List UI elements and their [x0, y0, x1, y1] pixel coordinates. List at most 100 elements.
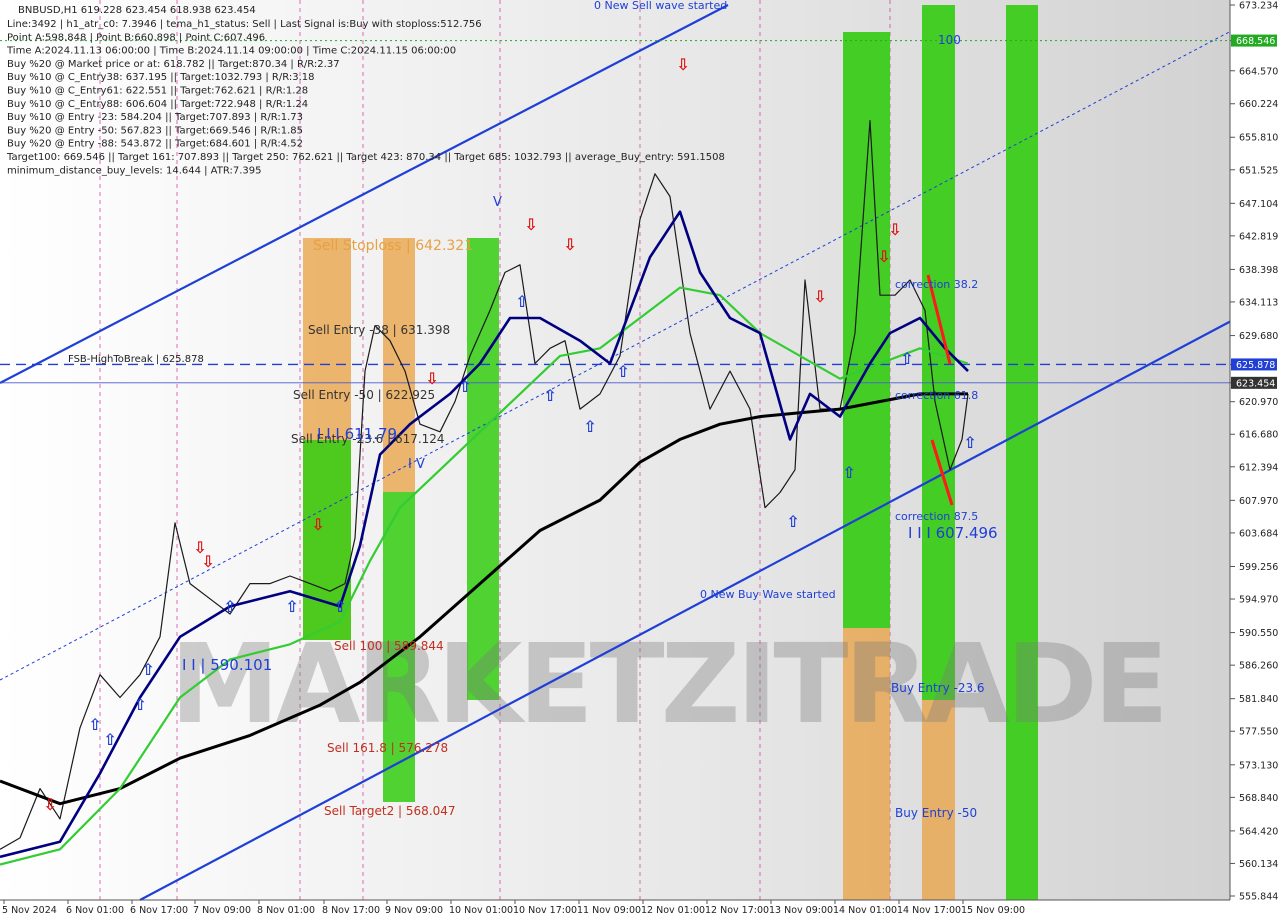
price-tick-label: 655.810	[1239, 133, 1278, 144]
buy-arrow: ⇧	[458, 377, 471, 396]
chart-annotation: 100	[938, 33, 961, 47]
time-tick-label: 8 Nov 01:00	[257, 905, 315, 916]
time-tick-label: 12 Nov 17:00	[705, 905, 769, 916]
sell-arrow: ⇩	[311, 515, 324, 534]
buy-arrow: ⇧	[141, 660, 154, 679]
buy-arrow: ⇧	[963, 433, 976, 452]
info-line: Target100: 669.546 || Target 161: 707.89…	[6, 152, 725, 163]
chart-annotation: 0 New Buy Wave started	[700, 588, 836, 601]
chart-root: MARKETZITRADE ⇧ ⇧ ⇧ ⇧ ⇧ ⇧ ⇧ ⇧ ⇧ ⇧ ⇧ ⇧ ⇧ ⇧ ⇧ ⇧ ⇩ ⇩ ⇩ ⇩ ⇩ ⇩ ⇩ ⇩ ⇩ ⇩…	[0, 0, 1280, 920]
zone-label: Sell Stoploss | 642.321	[313, 238, 473, 254]
buy-arrow: ⇧	[786, 512, 799, 531]
buy-arrow: ⇧	[842, 463, 855, 482]
sell-arrow: ⇩	[563, 235, 576, 254]
watermark: MARKETZITRADE	[170, 620, 1169, 748]
sell-arrow: ⇩	[676, 55, 689, 74]
price-tick-label: 660.224	[1239, 99, 1278, 110]
chart-annotation: V	[493, 195, 502, 210]
time-tick-label: 10 Nov 01:00	[449, 905, 513, 916]
price-tick-label: 581.840	[1239, 694, 1278, 705]
price-tick-label: 577.550	[1239, 727, 1278, 738]
signal-zone	[1006, 5, 1038, 900]
watermark-text: MARKETZITRADE	[170, 620, 1165, 748]
info-line: Buy %20 @ Entry -88: 543.872 || Target:6…	[7, 139, 303, 150]
chart-annotation: Buy Entry -23.6	[891, 681, 985, 695]
time-tick-label: 5 Nov 2024	[2, 905, 57, 916]
price-tick-label: 603.684	[1239, 528, 1278, 539]
price-marker-label: 668.546	[1236, 36, 1275, 47]
price-tick-label: 599.256	[1239, 562, 1278, 573]
buy-arrow: ⇧	[333, 597, 346, 616]
chart-annotation: correction 87.5	[895, 510, 978, 523]
time-tick-label: 6 Nov 01:00	[66, 905, 124, 916]
time-tick-label: 8 Nov 17:00	[322, 905, 380, 916]
buy-arrow: ⇧	[583, 417, 596, 436]
chart-annotation: FSB-HighToBreak | 625.878	[68, 354, 204, 365]
chart-annotation: correction 61.8	[895, 389, 978, 402]
time-tick-label: 14 Nov 17:00	[897, 905, 961, 916]
price-tick-label: 586.260	[1239, 661, 1278, 672]
price-tick-label: 560.134	[1239, 859, 1278, 870]
buy-arrow: ⇧	[103, 730, 116, 749]
sell-arrow: ⇩	[877, 247, 890, 266]
buy-arrow: ⇧	[223, 597, 236, 616]
time-tick-label: 12 Nov 01:00	[641, 905, 705, 916]
info-line: Line:3492 | h1_atr_c0: 7.3946 | tema_h1_…	[7, 19, 482, 30]
price-tick-label: 629.680	[1239, 331, 1278, 342]
symbol-quote: BNBUSD,H1 619.228 623.454 618.938 623.45…	[18, 5, 256, 16]
price-tick-label: 673.234	[1239, 1, 1278, 12]
price-tick-label: 612.394	[1239, 462, 1278, 473]
zone-label: Sell Target2 | 568.047	[324, 804, 456, 818]
sell-arrow: ⇩	[43, 795, 56, 814]
price-tick-label: 651.525	[1239, 165, 1278, 176]
time-tick-label: 13 Nov 09:00	[769, 905, 833, 916]
info-line: Buy %10 @ C_Entry38: 637.195 || Target:1…	[7, 72, 315, 83]
info-line: Time A:2024.11.13 06:00:00 | Time B:2024…	[6, 46, 456, 57]
price-tick-label: 590.550	[1239, 628, 1278, 639]
time-axis: 5 Nov 2024 6 Nov 01:00 6 Nov 17:00 7 Nov 09…	[2, 900, 1025, 916]
price-tick-label: 573.130	[1239, 760, 1278, 771]
chart-annotation: I I I 611.79	[317, 425, 397, 443]
price-tick-label: 620.970	[1239, 397, 1278, 408]
zone-label: Sell Entry -38 | 631.398	[308, 323, 450, 337]
sell-arrow: ⇩	[888, 220, 901, 239]
chart-annotation: I V	[408, 457, 425, 472]
time-tick-label: 9 Nov 09:00	[385, 905, 443, 916]
sell-arrow: ⇩	[813, 287, 826, 306]
price-tick-label: 616.680	[1239, 430, 1278, 441]
buy-arrow: ⇧	[88, 715, 101, 734]
info-line: Buy %10 @ C_Entry61: 622.551 || Target:7…	[7, 86, 308, 97]
price-tick-label: 642.819	[1239, 231, 1278, 242]
sell-arrow: ⇩	[524, 215, 537, 234]
price-marker-label: 623.454	[1236, 378, 1275, 389]
info-line: Buy %10 @ Entry -23: 584.204 || Target:7…	[7, 112, 303, 123]
price-tick-label: 555.844	[1239, 892, 1278, 903]
time-tick-label: 7 Nov 09:00	[193, 905, 251, 916]
zone-label: Sell 161.8 | 576.278	[327, 741, 448, 755]
price-tick-label: 594.970	[1239, 595, 1278, 606]
time-tick-label: 14 Nov 01:00	[833, 905, 897, 916]
info-line: Point A:598.848 | Point B:660.898 | Poin…	[7, 32, 265, 43]
chart-annotation: 0 New Sell wave started	[594, 0, 727, 12]
price-marker-label: 625.878	[1236, 360, 1275, 371]
time-tick-label: 11 Nov 09:00	[577, 905, 641, 916]
buy-arrow: ⇧	[133, 695, 146, 714]
sell-arrow: ⇩	[425, 369, 438, 388]
price-tick-label: 664.570	[1239, 66, 1278, 77]
price-tick-label: 564.420	[1239, 826, 1278, 837]
price-chart: MARKETZITRADE ⇧⇧⇧⇧⇧ ⇧ ⇧⇧⇧⇧⇧⇧⇧⇧⇧⇧⇩⇩⇩⇩⇩⇩⇩⇩⇩⇩…	[0, 0, 1280, 920]
time-tick-label: 10 Nov 17:00	[513, 905, 577, 916]
info-line: Buy %10 @ C_Entry88: 606.604 || Target:7…	[7, 99, 308, 110]
info-line: Buy %20 @ Market price or at: 618.782 ||…	[7, 59, 340, 70]
buy-arrow: ⇧	[515, 292, 528, 311]
price-tick-label: 568.840	[1239, 793, 1278, 804]
chart-annotation: I I I 607.496	[908, 524, 998, 542]
buy-arrow: ⇧	[285, 597, 298, 616]
buy-arrow: ⇧	[616, 362, 629, 381]
price-tick-label: 607.970	[1239, 496, 1278, 507]
price-tick-label: 634.113	[1239, 297, 1278, 308]
signal-zone	[843, 32, 890, 628]
sell-arrow: ⇩	[201, 552, 214, 571]
info-line: Buy %20 @ Entry -50: 567.823 || Target:6…	[7, 125, 303, 136]
zone-label: Sell 100 | 589.844	[334, 639, 444, 653]
